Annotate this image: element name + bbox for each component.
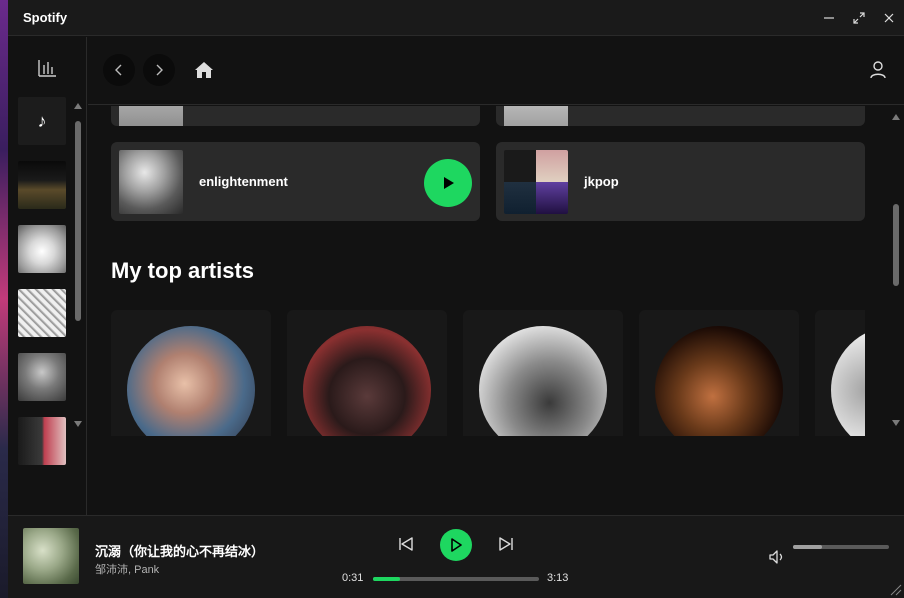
chevron-left-icon bbox=[115, 64, 122, 76]
resize-grip[interactable] bbox=[888, 582, 902, 596]
artist-card[interactable] bbox=[815, 310, 865, 436]
quick-card-title: enlightenment bbox=[199, 174, 288, 189]
maximize-icon bbox=[853, 12, 865, 24]
previous-button[interactable] bbox=[397, 535, 415, 553]
app-title: Spotify bbox=[23, 10, 68, 25]
top-navigation bbox=[88, 37, 904, 105]
top-artists-row bbox=[111, 310, 865, 436]
artist-card[interactable] bbox=[287, 310, 447, 436]
close-icon bbox=[884, 13, 894, 23]
music-note-icon: ♪ bbox=[37, 110, 47, 131]
artist-card[interactable] bbox=[111, 310, 271, 436]
player-bar: 沉溺（你让我的心不再结冰） 邹沛沛, Pank 0:31 3:13 bbox=[8, 515, 904, 598]
rail-scrollbar[interactable] bbox=[72, 103, 84, 433]
playlist-item[interactable] bbox=[18, 417, 66, 465]
desktop-background bbox=[0, 0, 8, 598]
quick-card-title: jkpop bbox=[584, 174, 619, 189]
window-controls bbox=[814, 0, 904, 36]
artist-card[interactable] bbox=[463, 310, 623, 436]
quick-card[interactable] bbox=[496, 106, 865, 126]
scroll-down-arrow[interactable] bbox=[892, 420, 900, 426]
bar-chart-icon bbox=[38, 60, 56, 77]
minimize-button[interactable] bbox=[814, 0, 844, 36]
scroll-up-arrow[interactable] bbox=[892, 114, 900, 120]
progress-bar[interactable] bbox=[373, 577, 539, 581]
quick-card-jkpop[interactable]: jkpop bbox=[496, 142, 865, 221]
chevron-right-icon bbox=[156, 64, 163, 76]
playlist-item[interactable] bbox=[18, 353, 66, 401]
artist-image bbox=[303, 326, 431, 436]
skip-next-icon bbox=[499, 537, 513, 551]
quick-card-thumb bbox=[504, 149, 568, 214]
play-pause-button[interactable] bbox=[440, 529, 472, 561]
scroll-thumb[interactable] bbox=[893, 204, 899, 286]
maximize-button[interactable] bbox=[844, 0, 874, 36]
resize-grip-icon bbox=[890, 584, 902, 596]
artist-image bbox=[479, 326, 607, 436]
stats-button[interactable] bbox=[36, 57, 58, 79]
playlist-list: ♪ bbox=[18, 97, 70, 472]
quick-card-thumb bbox=[119, 106, 183, 126]
main-scrollbar[interactable] bbox=[890, 106, 902, 436]
quick-card-enlightenment[interactable]: enlightenment bbox=[111, 142, 480, 221]
time-elapsed: 0:31 bbox=[342, 572, 364, 584]
scroll-thumb[interactable] bbox=[75, 121, 81, 321]
volume-icon bbox=[769, 550, 783, 564]
playlist-item[interactable] bbox=[18, 225, 66, 273]
playlist-item[interactable] bbox=[18, 161, 66, 209]
profile-button[interactable] bbox=[868, 60, 888, 80]
volume-fill bbox=[793, 545, 822, 549]
progress-fill bbox=[373, 577, 400, 581]
close-button[interactable] bbox=[874, 0, 904, 36]
play-icon bbox=[444, 177, 454, 189]
now-playing-title[interactable]: 沉溺（你让我的心不再结冰） bbox=[95, 541, 264, 560]
artist-image bbox=[127, 326, 255, 436]
volume-slider[interactable] bbox=[793, 545, 889, 549]
app-window: Spotify ♪ enlightenment jkpop My top art… bbox=[8, 0, 904, 598]
artist-image bbox=[831, 326, 865, 436]
playlist-item[interactable] bbox=[18, 289, 66, 337]
content-footer-space bbox=[88, 436, 904, 515]
home-icon bbox=[195, 62, 213, 78]
quick-card-thumb bbox=[504, 106, 568, 126]
artist-image bbox=[655, 326, 783, 436]
quick-card[interactable] bbox=[111, 106, 480, 126]
title-bar: Spotify bbox=[8, 0, 904, 36]
main-content: enlightenment jkpop My top artists bbox=[88, 106, 904, 436]
minimize-icon bbox=[824, 17, 834, 19]
volume-button[interactable] bbox=[768, 548, 786, 566]
quick-card-thumb bbox=[119, 149, 183, 214]
scroll-up-arrow[interactable] bbox=[74, 103, 82, 109]
now-playing-artist[interactable]: 邹沛沛, Pank bbox=[95, 561, 159, 577]
home-button[interactable] bbox=[193, 59, 215, 81]
section-title: My top artists bbox=[111, 258, 255, 283]
play-icon bbox=[451, 538, 462, 552]
skip-previous-icon bbox=[399, 537, 413, 551]
back-button[interactable] bbox=[103, 54, 135, 86]
now-playing-cover[interactable] bbox=[23, 528, 79, 584]
scroll-down-arrow[interactable] bbox=[74, 421, 82, 427]
artist-card[interactable] bbox=[639, 310, 799, 436]
time-total: 3:13 bbox=[547, 572, 569, 584]
library-rail: ♪ bbox=[8, 37, 87, 515]
liked-songs-item[interactable]: ♪ bbox=[18, 97, 66, 145]
play-button[interactable] bbox=[424, 159, 472, 207]
next-button[interactable] bbox=[497, 535, 515, 553]
user-icon bbox=[870, 61, 886, 79]
forward-button[interactable] bbox=[143, 54, 175, 86]
